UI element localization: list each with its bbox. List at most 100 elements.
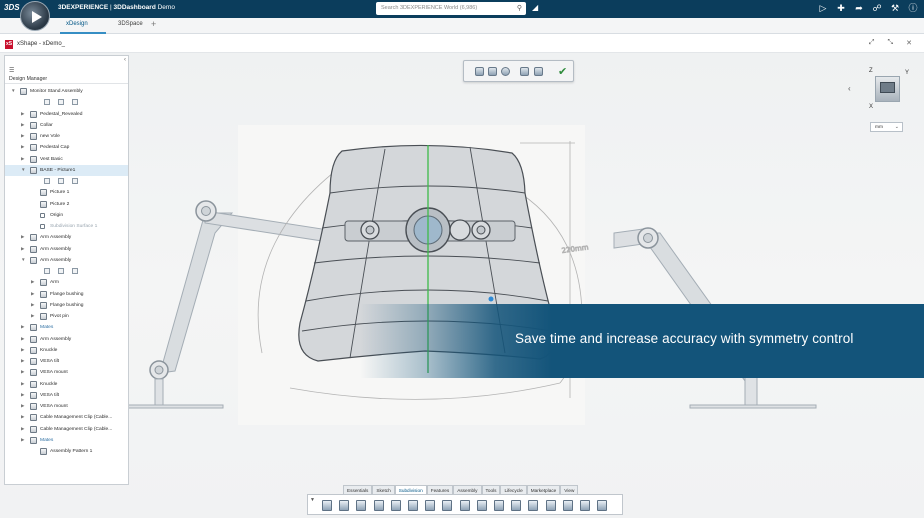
view-toggle-icon[interactable] — [58, 99, 64, 106]
chevron-right-icon[interactable]: ▶ — [21, 347, 25, 353]
compass-button[interactable] — [20, 1, 50, 31]
chevron-right-icon[interactable]: ▶ — [21, 156, 25, 162]
tree-node[interactable]: Picture 2 — [5, 199, 128, 210]
tree-node[interactable]: ▶ Cable Management Clip (Cable... — [5, 412, 128, 423]
chevron-right-icon[interactable]: ▶ — [31, 302, 35, 308]
chevron-right-icon[interactable]: ▶ — [21, 381, 25, 387]
chevron-right-icon[interactable]: ▶ — [21, 426, 25, 432]
select-icon[interactable] — [373, 500, 384, 511]
thicken-icon[interactable] — [580, 500, 590, 511]
symmetry-icon[interactable] — [528, 500, 539, 511]
edge-icon[interactable] — [425, 500, 436, 511]
delete-icon[interactable] — [562, 500, 573, 511]
face-icon[interactable] — [408, 500, 418, 511]
sphere-icon[interactable] — [339, 500, 350, 511]
tree-node[interactable]: ▶ Cable Management Clip (Cable... — [5, 424, 128, 435]
chevron-right-icon[interactable]: ▶ — [31, 279, 35, 285]
tools-icon[interactable]: ⚒ — [890, 2, 900, 15]
view-toggle-icon[interactable] — [44, 99, 50, 106]
chevron-right-icon[interactable]: ▶ — [21, 358, 25, 364]
view-toggle-icon[interactable] — [58, 178, 64, 184]
tree-view-toggles[interactable] — [5, 266, 128, 277]
view-toggle-icon[interactable] — [72, 268, 78, 274]
tab-3dspace[interactable]: 3DSpace — [118, 21, 143, 27]
chevron-down-icon[interactable]: ▼ — [21, 167, 26, 172]
chevron-down-icon[interactable]: ▼ — [21, 257, 26, 262]
chevron-right-icon[interactable]: ▶ — [21, 369, 25, 375]
tree-node[interactable]: ▶ Knuckle — [5, 345, 128, 356]
tree-node[interactable]: ▶ Arm Assembly — [5, 244, 128, 255]
chevron-right-icon[interactable]: ▶ — [21, 324, 25, 330]
split-icon[interactable] — [442, 500, 453, 511]
view-cube-icon[interactable] — [875, 76, 900, 102]
chevron-right-icon[interactable]: ▶ — [21, 234, 25, 240]
tree-node[interactable]: ▶ VESA mount — [5, 401, 128, 412]
tree-node[interactable]: ▶ Pedestal_Revealed — [5, 109, 128, 120]
chevron-right-icon[interactable]: ▶ — [21, 392, 25, 398]
convert-icon[interactable] — [597, 500, 608, 511]
mirror-icon[interactable] — [511, 500, 522, 511]
view-cube[interactable]: Z Y X — [869, 68, 909, 113]
pin-icon[interactable]: ▼ — [310, 497, 315, 503]
chevron-right-icon[interactable]: ▶ — [21, 144, 25, 150]
add-tab-button[interactable]: + — [151, 19, 156, 29]
view-toggle-icon[interactable] — [44, 178, 50, 184]
chevron-right-icon[interactable]: ▶ — [21, 437, 25, 443]
chevron-right-icon[interactable]: ▶ — [21, 111, 25, 117]
tree-node[interactable]: ▶ Flange bushing — [5, 300, 128, 311]
tree-node[interactable]: ▶ Flange bushing — [5, 289, 128, 300]
add-icon[interactable]: ✚ — [836, 2, 846, 15]
share-icon[interactable]: ➦ — [854, 2, 864, 15]
search-input[interactable]: Search 3DEXPERIENCE World (6,986) ⚲ — [376, 2, 526, 15]
chevron-right-icon[interactable]: ▶ — [21, 403, 25, 409]
tree-node[interactable]: ▼ BASE - Picture1 — [5, 164, 128, 176]
tree-node[interactable]: ▶ Mates — [5, 322, 128, 333]
chevron-right-icon[interactable]: ▶ — [21, 336, 25, 342]
weld-icon[interactable] — [545, 500, 556, 511]
tree-node[interactable]: Subdivision Surface 1 — [5, 221, 128, 232]
display-mode-icon[interactable] — [475, 67, 484, 76]
render-icon[interactable] — [488, 67, 497, 76]
chevron-down-icon[interactable]: ▼ — [11, 88, 16, 93]
view-toggle-icon[interactable] — [44, 268, 50, 274]
tree-node[interactable]: ▶ Mates — [5, 435, 128, 446]
view-toggle-icon[interactable] — [72, 99, 78, 106]
tree-node[interactable]: ▶ Arm — [5, 277, 128, 288]
tree-node[interactable]: ▶ Knuckle — [5, 379, 128, 390]
box-icon[interactable] — [322, 500, 332, 511]
help-icon[interactable]: ⓘ — [908, 2, 918, 15]
tree-node[interactable]: ▶ VESA tilt — [5, 390, 128, 401]
camera-icon[interactable] — [534, 67, 543, 76]
tree-node[interactable]: ▼ Monitor Stand Assembly — [5, 86, 128, 97]
fullscreen-icon[interactable]: ⤡ — [888, 39, 894, 47]
tree-node[interactable]: ▶ new Vole — [5, 131, 128, 142]
play-share-icon[interactable]: ▷ — [818, 2, 828, 15]
fill-icon[interactable] — [494, 500, 504, 511]
material-icon[interactable] — [501, 67, 510, 76]
tree-node[interactable]: ▶ Pedestal Cap — [5, 142, 128, 153]
close-icon[interactable]: ✕ — [906, 39, 912, 47]
previous-view-button[interactable]: ‹ — [848, 84, 851, 93]
tree-node[interactable]: ▶ Vest Basic — [5, 154, 128, 165]
tree-node[interactable]: Picture 1 — [5, 187, 128, 198]
view-toggle-icon[interactable] — [58, 268, 64, 274]
extrude-icon[interactable] — [390, 500, 401, 511]
tree-node[interactable]: Origin — [5, 210, 128, 221]
tree-view-toggles[interactable] — [5, 176, 128, 187]
tab-xdesign[interactable]: xDesign — [66, 21, 88, 27]
tree-settings-icon[interactable]: ☰ — [9, 67, 14, 74]
chevron-right-icon[interactable]: ▶ — [31, 313, 35, 319]
chevron-right-icon[interactable]: ▶ — [21, 414, 25, 420]
tree-node[interactable]: ▶ Collar — [5, 120, 128, 131]
tree-node[interactable]: ▶ VESA tilt — [5, 356, 128, 367]
validate-check-icon[interactable]: ✔ — [558, 65, 567, 78]
view-toggle-icon[interactable] — [72, 178, 78, 184]
chevron-right-icon[interactable]: ▶ — [21, 122, 25, 128]
chevron-right-icon[interactable]: ▶ — [31, 291, 35, 297]
tree-node[interactable]: ▼ Arm Assembly — [5, 255, 128, 266]
unit-select[interactable]: mm ⌄ — [870, 122, 903, 132]
section-icon[interactable] — [520, 67, 529, 76]
crease-icon[interactable] — [459, 500, 470, 511]
bridge-icon[interactable] — [476, 500, 487, 511]
collapse-panel-button[interactable]: ‹ — [124, 57, 126, 63]
